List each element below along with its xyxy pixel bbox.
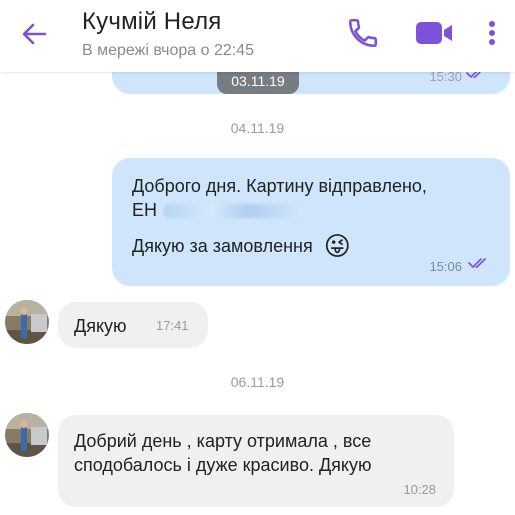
video-camera-icon[interactable] [414, 18, 454, 48]
date-separator: 04.11.19 [230, 120, 285, 136]
message-text: Дякую за замовлення [132, 236, 313, 256]
outgoing-message[interactable]: 15:30 [112, 72, 510, 94]
message-time: 10:28 [403, 482, 436, 497]
read-ticks-icon [466, 72, 488, 84]
message-time: 15:06 [429, 259, 462, 274]
message-text-line: Доброго дня. Картину відправлено, [132, 176, 427, 196]
contact-avatar[interactable] [5, 300, 49, 344]
contact-name[interactable]: Кучмій Неля [82, 8, 221, 36]
wink-emoji-icon: 😜 [323, 231, 351, 261]
back-arrow-icon[interactable] [18, 18, 50, 50]
message-text-line: Дякую за замовлення 😜 [132, 231, 351, 261]
outgoing-message[interactable]: Доброго дня. Картину відправлено, ЕН Дяк… [112, 158, 510, 286]
more-vertical-icon[interactable] [482, 16, 502, 50]
incoming-message[interactable]: Дякую 17:41 [58, 302, 208, 348]
date-separator: 06.11.19 [230, 374, 285, 390]
phone-icon[interactable] [346, 16, 380, 50]
blurred-waybill-number [163, 204, 304, 219]
contact-avatar[interactable] [5, 413, 49, 457]
message-text-line: ЕН [132, 198, 304, 222]
message-text-line: сподобалось і дуже красиво. Дякую [74, 455, 372, 475]
incoming-message[interactable]: Добрий день , карту отримала , все сподо… [58, 415, 454, 507]
read-ticks-icon [468, 256, 490, 274]
message-list[interactable]: 15:30 03.11.19 04.11.19 Доброго дня. Кар… [0, 72, 515, 515]
message-text: Дякую [74, 316, 127, 336]
waybill-label: ЕН [132, 200, 158, 220]
chat-screen: Кучмій Неля В мережі вчора о 22:45 15:30 [0, 0, 515, 515]
sticky-date-badge: 03.11.19 [217, 72, 299, 94]
message-time: 15:30 [429, 72, 462, 84]
message-text-line: Добрий день , карту отримала , все [74, 431, 372, 451]
chat-header: Кучмій Неля В мережі вчора о 22:45 [0, 0, 515, 72]
message-time: 17:41 [156, 318, 189, 333]
contact-status: В мережі вчора о 22:45 [82, 42, 254, 59]
